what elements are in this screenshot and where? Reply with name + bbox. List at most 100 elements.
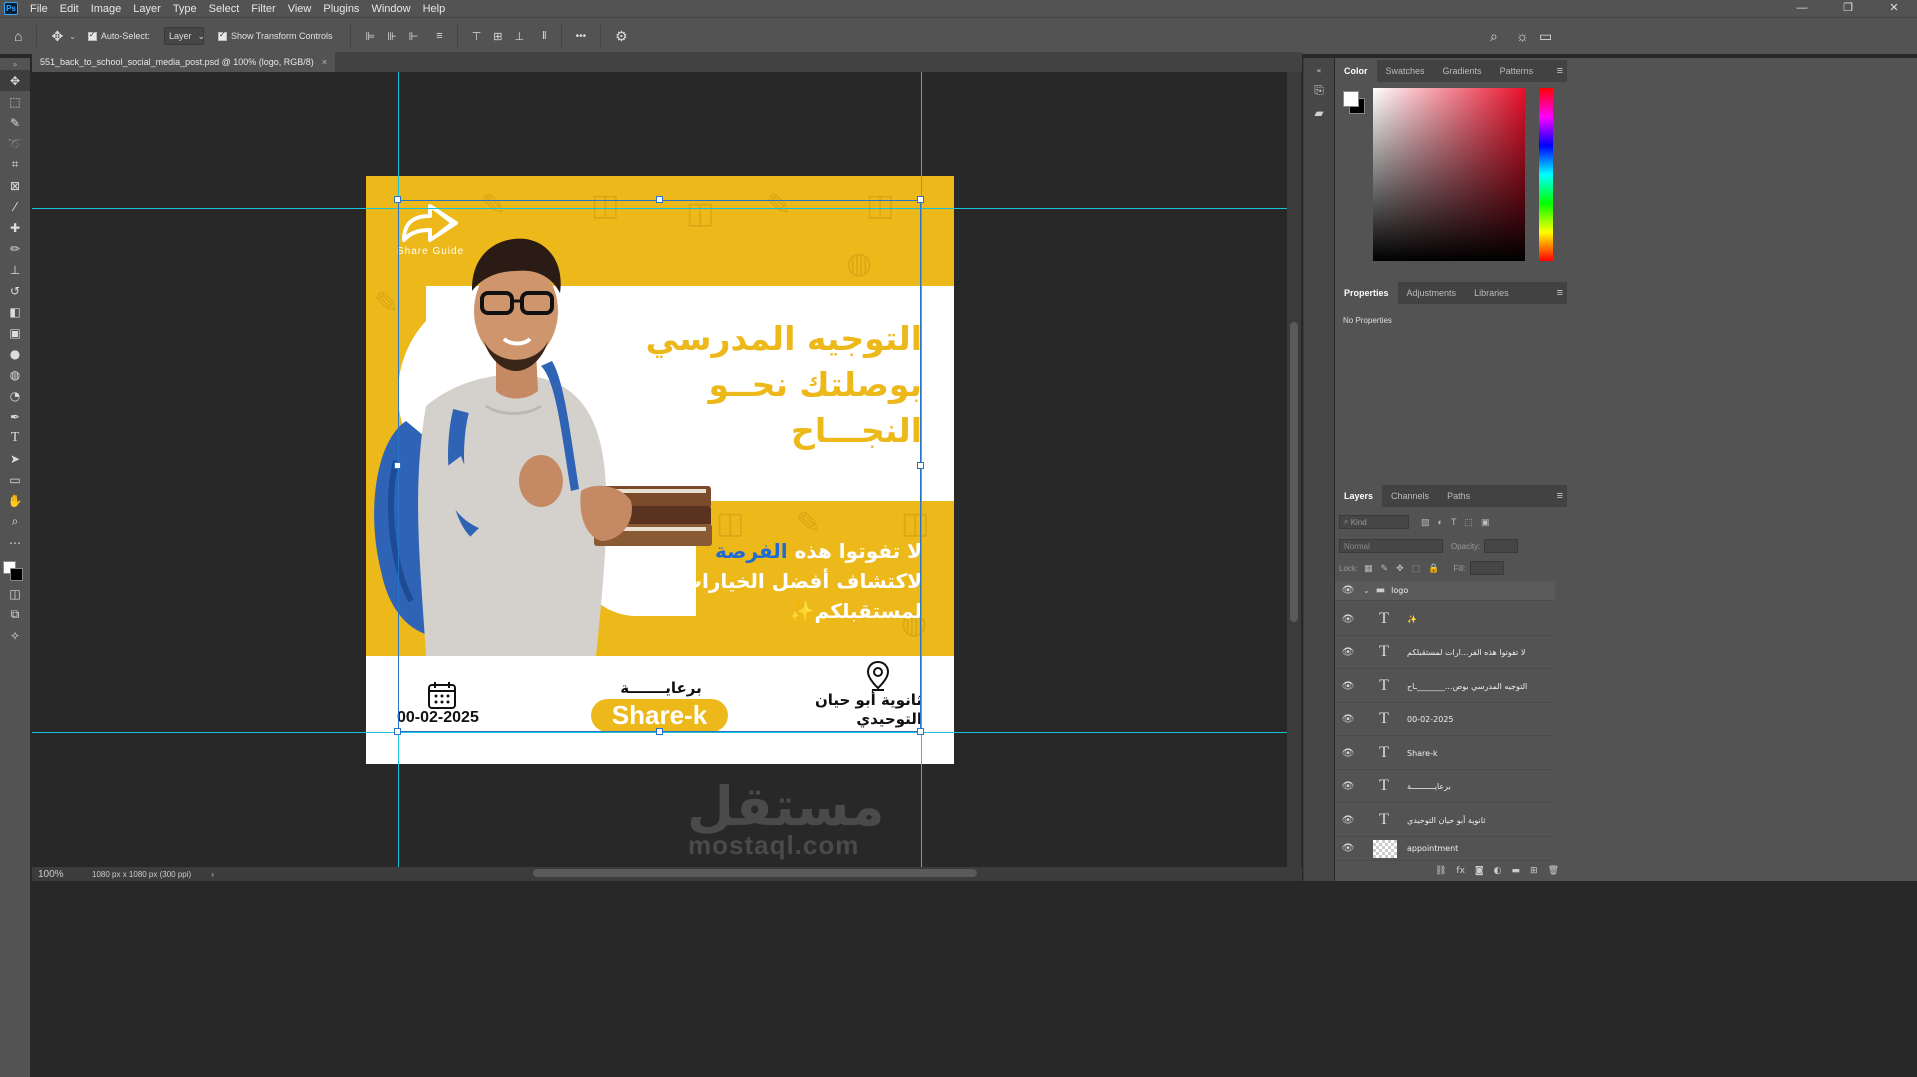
tab-properties[interactable]: Properties	[1335, 282, 1398, 304]
visibility-eye-icon[interactable]: 👁	[1335, 815, 1361, 826]
menu-type[interactable]: Type	[167, 3, 203, 15]
workspace-icon[interactable]: ▭	[1539, 28, 1552, 45]
tab-adjustments[interactable]: Adjustments	[1398, 282, 1466, 304]
layer-row[interactable]: 👁 T برعايــــــــــة	[1335, 770, 1555, 803]
move-tool-icon[interactable]: ✥	[0, 70, 30, 91]
path-select-icon[interactable]: ➤	[0, 448, 30, 469]
eraser-tool-icon[interactable]: ◧	[0, 301, 30, 322]
tab-patterns[interactable]: Patterns	[1491, 60, 1543, 82]
opacity-input[interactable]	[1484, 539, 1519, 553]
auto-select-checkbox[interactable]: Auto-Select:	[87, 30, 150, 41]
quick-mask-icon[interactable]: ◫	[0, 583, 30, 604]
visibility-eye-icon[interactable]: 👁	[1335, 647, 1361, 658]
distribute-icon[interactable]: ≡	[436, 30, 442, 42]
trash-icon[interactable]: 🗑	[1548, 866, 1559, 876]
layer-filter-icons[interactable]: ▨◐T⬚▣	[1421, 517, 1497, 528]
stamp-tool-icon[interactable]: ⊥	[0, 259, 30, 280]
chevron-down-icon[interactable]: ⌄	[69, 32, 76, 41]
gradient-tool-icon[interactable]: ▣	[0, 322, 30, 343]
scrollbar-thumb[interactable]	[1290, 322, 1298, 622]
history-icon[interactable]: ⎘	[1304, 83, 1334, 98]
restore-button[interactable]: ❐	[1825, 0, 1871, 17]
panel-menu-icon[interactable]: ≡	[1557, 287, 1563, 299]
chevron-down-icon[interactable]: ⌄	[1363, 586, 1370, 595]
frame-tool-icon[interactable]: ⊠	[0, 175, 30, 196]
transform-handle[interactable]	[394, 728, 401, 735]
tab-channels[interactable]: Channels	[1382, 485, 1438, 507]
comments-icon[interactable]: ▰	[1304, 106, 1334, 120]
menu-image[interactable]: Image	[85, 3, 128, 15]
lock-icons[interactable]: ▦✎✥⬚🔒	[1364, 563, 1447, 574]
transform-bounding-box[interactable]	[398, 200, 921, 732]
zoom-lens-icon[interactable]: ◔	[0, 385, 30, 406]
minimize-button[interactable]: —	[1779, 0, 1825, 17]
new-layer-icon[interactable]: ⊞	[1530, 866, 1538, 876]
collapse-icon[interactable]: «	[1304, 66, 1334, 75]
background-color-swatch[interactable]	[10, 568, 23, 581]
align-center-icon[interactable]: ⊪	[387, 30, 397, 43]
more-tools-icon[interactable]: ⋯	[0, 532, 30, 553]
layer-row[interactable]: 👁 appointment	[1335, 837, 1555, 861]
tab-swatches[interactable]: Swatches	[1377, 60, 1434, 82]
collapse-icon[interactable]: »	[0, 58, 30, 70]
show-transform-checkbox[interactable]: Show Transform Controls	[217, 30, 332, 41]
history-brush-icon[interactable]: ↺	[0, 280, 30, 301]
layer-filter-select[interactable]: ⌕ Kind	[1339, 515, 1409, 529]
color-swatches[interactable]	[0, 553, 30, 583]
blur-tool-icon[interactable]: ●	[0, 343, 30, 364]
more-options-icon[interactable]: •••	[576, 31, 587, 42]
panel-menu-icon[interactable]: ≡	[1557, 65, 1563, 77]
vertical-scrollbar[interactable]	[1287, 72, 1301, 867]
lasso-tool-icon[interactable]: ➰	[0, 133, 30, 154]
foreground-color-swatch[interactable]	[1343, 91, 1359, 107]
mask-icon[interactable]: ◙	[1475, 866, 1484, 876]
color-picker-field[interactable]	[1373, 88, 1525, 261]
hue-slider[interactable]	[1539, 88, 1553, 261]
visibility-eye-icon[interactable]: 👁	[1335, 585, 1361, 596]
adjustment-icon[interactable]: ◐	[1494, 866, 1502, 876]
visibility-eye-icon[interactable]: 👁	[1335, 843, 1361, 854]
close-button[interactable]: ✕	[1871, 0, 1917, 17]
crop-tool-icon[interactable]: ⌗	[0, 154, 30, 175]
search-icon[interactable]: ⌕	[1490, 28, 1498, 45]
folder-icon[interactable]: ▬	[1512, 866, 1521, 876]
settings-gear-icon[interactable]: ⚙	[615, 28, 628, 45]
visibility-eye-icon[interactable]: 👁	[1335, 748, 1361, 759]
distribute-vertical-icon[interactable]: ‖	[542, 30, 547, 42]
close-icon[interactable]: ×	[322, 57, 327, 67]
link-icon[interactable]: ⛓	[1435, 866, 1446, 876]
blend-mode-dropdown[interactable]: Normal	[1339, 539, 1443, 553]
fx-icon[interactable]: fx	[1456, 866, 1465, 876]
horizontal-scrollbar[interactable]	[533, 869, 977, 877]
zoom-level[interactable]: 100%	[32, 869, 80, 880]
edit-toolbar-icon[interactable]: ✧	[0, 625, 30, 646]
pen-tool-icon[interactable]: ✒	[0, 406, 30, 427]
hand-tool-icon[interactable]: ✋	[0, 490, 30, 511]
vertical-guide[interactable]	[921, 72, 922, 867]
layer-row[interactable]: 👁 T لا تفوتوا هذه الفر...ارات لمستقبلكم	[1335, 636, 1555, 669]
layer-row[interactable]: 👁 T Share-k	[1335, 737, 1555, 770]
transform-handle[interactable]	[656, 196, 663, 203]
layer-group-logo[interactable]: 👁 ⌄ ▬ logo	[1335, 581, 1555, 601]
menu-layer[interactable]: Layer	[127, 3, 167, 15]
tab-gradients[interactable]: Gradients	[1434, 60, 1491, 82]
menu-view[interactable]: View	[282, 3, 318, 15]
brush-tool-icon[interactable]: ✏	[0, 238, 30, 259]
layer-row[interactable]: 👁 T ✨	[1335, 603, 1555, 636]
transform-handle[interactable]	[917, 196, 924, 203]
document-tab[interactable]: 551_back_to_school_social_media_post.psd…	[32, 52, 336, 72]
auto-select-target-dropdown[interactable]: Layer ⌄	[163, 27, 205, 45]
menu-edit[interactable]: Edit	[54, 3, 85, 15]
layer-row[interactable]: 👁 T ثانوية أبو حيان التوحيدي	[1335, 804, 1555, 837]
quick-select-tool-icon[interactable]: ✎	[0, 112, 30, 133]
visibility-eye-icon[interactable]: 👁	[1335, 614, 1361, 625]
fill-input[interactable]	[1469, 561, 1504, 575]
marquee-tool-icon[interactable]: ⬚	[0, 91, 30, 112]
align-bottom-icon[interactable]: ⊥	[515, 30, 525, 43]
menu-filter[interactable]: Filter	[245, 3, 281, 15]
transform-handle[interactable]	[394, 462, 401, 469]
transform-handle[interactable]	[917, 728, 924, 735]
visibility-eye-icon[interactable]: 👁	[1335, 714, 1361, 725]
menu-file[interactable]: File	[24, 3, 54, 15]
healing-brush-icon[interactable]: ✚	[0, 217, 30, 238]
